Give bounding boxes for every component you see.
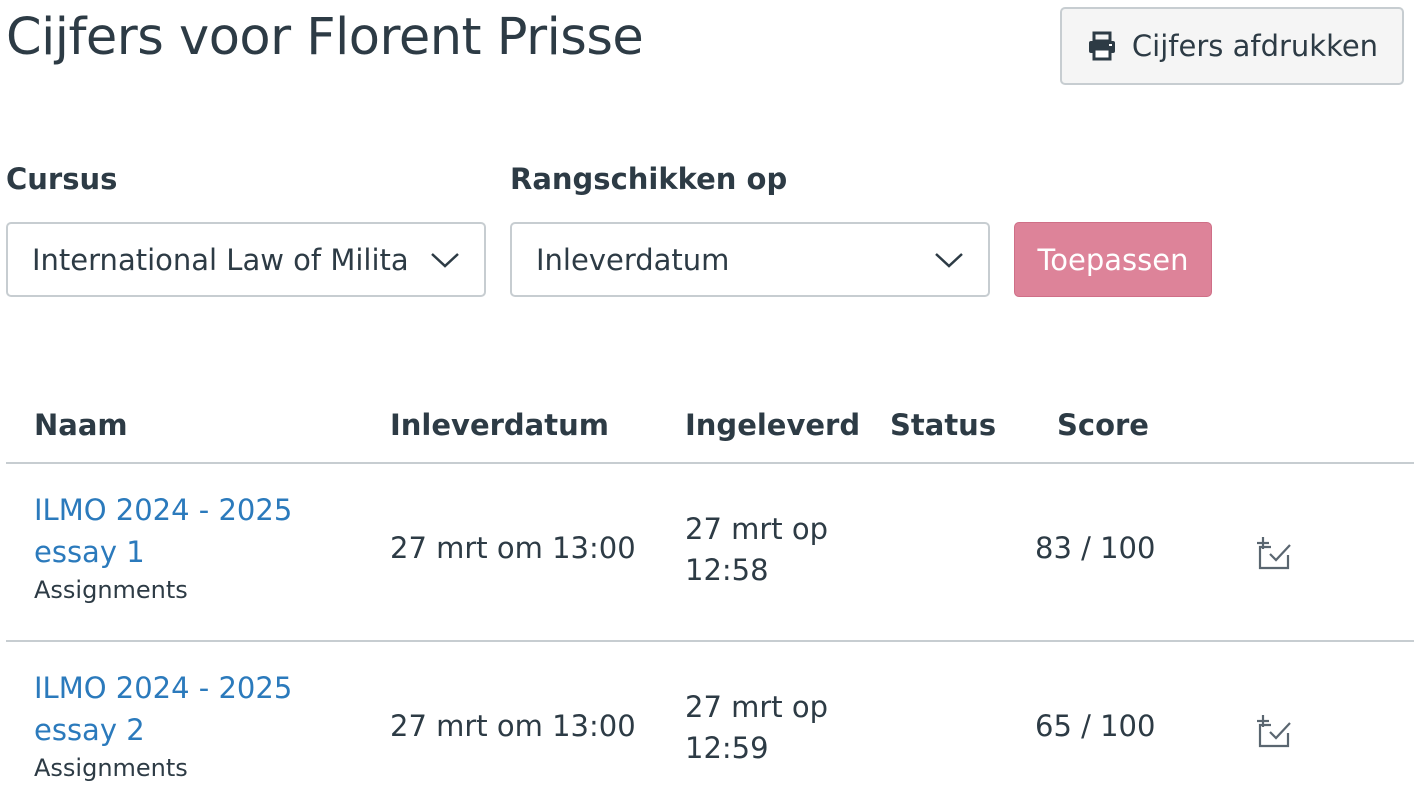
assignment-category: Assignments (34, 754, 188, 782)
page-title: Cijfers voor Florent Prisse (6, 8, 644, 67)
column-header-due[interactable]: Inleverdatum (390, 408, 609, 442)
submitted-date-line1: 27 mrt op (685, 690, 829, 724)
submitted-date-line1: 27 mrt op (685, 512, 829, 546)
row-divider (6, 640, 1414, 642)
assignment-link[interactable]: ILMO 2024 - 2025 essay 2 (34, 667, 324, 751)
column-header-status[interactable]: Status (890, 408, 996, 442)
chevron-down-icon (431, 252, 459, 268)
course-select[interactable]: International Law of Militar (6, 222, 486, 297)
sort-label: Rangschikken op (510, 162, 788, 196)
print-grades-label: Cijfers afdrukken (1131, 29, 1379, 63)
assignment-category: Assignments (34, 576, 188, 604)
assignment-name-line2: essay 2 (34, 713, 145, 747)
column-header-score[interactable]: Score (1057, 408, 1149, 442)
sort-select[interactable]: Inleverdatum (510, 222, 990, 297)
submitted-date-line2: 12:58 (685, 553, 769, 587)
score-value: 65 / 100 (1035, 709, 1156, 743)
column-header-name[interactable]: Naam (34, 408, 128, 442)
print-grades-button[interactable]: Cijfers afdrukken (1060, 7, 1404, 85)
assignment-name-line1: ILMO 2024 - 2025 (34, 671, 293, 705)
assignment-link[interactable]: ILMO 2024 - 2025 essay 1 (34, 489, 324, 573)
course-label: Cursus (6, 162, 118, 196)
table-row: ILMO 2024 - 2025 essay 1 Assignments (34, 489, 324, 607)
apply-button[interactable]: Toepassen (1014, 222, 1212, 297)
printer-icon (1088, 31, 1115, 61)
assignment-name-line1: ILMO 2024 - 2025 (34, 493, 293, 527)
assignment-name-line2: essay 1 (34, 535, 145, 569)
course-select-value: International Law of Militar (32, 242, 410, 277)
chevron-down-icon (935, 252, 963, 268)
table-divider (6, 462, 1414, 464)
submitted-date-line2: 12:59 (685, 731, 769, 765)
submitted-date: 27 mrt op 12:59 (685, 687, 855, 769)
due-date: 27 mrt om 13:00 (390, 709, 636, 743)
submitted-date: 27 mrt op 12:58 (685, 509, 855, 591)
table-row: ILMO 2024 - 2025 essay 2 Assignments (34, 667, 324, 785)
rubric-icon[interactable] (1257, 713, 1293, 749)
rubric-icon[interactable] (1257, 535, 1293, 571)
due-date: 27 mrt om 13:00 (390, 531, 636, 565)
score-value: 83 / 100 (1035, 531, 1156, 565)
column-header-submitted[interactable]: Ingeleverd (685, 408, 860, 442)
sort-select-value: Inleverdatum (536, 242, 730, 277)
